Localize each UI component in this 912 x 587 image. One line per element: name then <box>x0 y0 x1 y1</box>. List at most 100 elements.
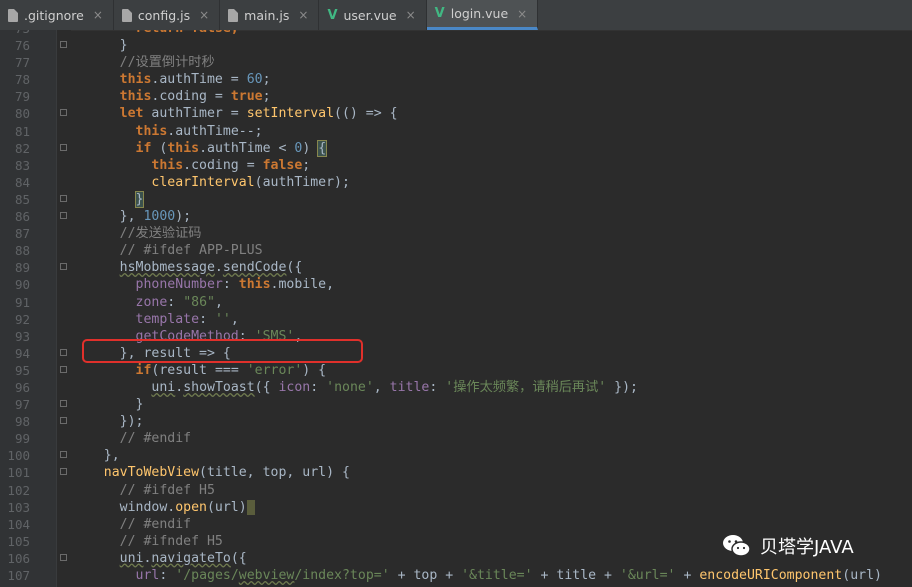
fold-marker-icon[interactable] <box>60 400 67 408</box>
fold-marker-icon[interactable] <box>60 468 67 476</box>
code-token: .coding = <box>151 89 231 105</box>
code-line[interactable]: 97 } <box>0 396 912 413</box>
code-line[interactable]: 104 // #endif <box>0 516 912 533</box>
fold-marker-icon[interactable] <box>60 194 67 202</box>
code-token: clearInterval <box>151 174 255 190</box>
code-line[interactable]: 76 } <box>0 37 912 54</box>
code-text: } <box>72 190 145 208</box>
fold-marker-icon[interactable] <box>60 553 67 561</box>
code-token: hsMobmessage <box>119 260 215 276</box>
fold-marker-icon[interactable] <box>60 41 67 49</box>
code-line[interactable]: 107 url: '/pages/webview/index?top=' + t… <box>0 567 912 584</box>
code-line[interactable]: 103 window.open(url) <box>0 499 912 516</box>
line-number: 86 <box>14 209 30 225</box>
tab-config-js[interactable]: config.js × <box>114 0 221 30</box>
code-line[interactable]: 77 //设置倒计时秒 <box>0 54 912 71</box>
line-number: 103 <box>7 499 30 515</box>
code-line[interactable]: 84 clearInterval(authTimer); <box>0 174 912 191</box>
code-line[interactable]: 78 this.authTime = 60; <box>0 71 912 88</box>
line-number: 107 <box>7 568 30 583</box>
code-line[interactable]: 98 }); <box>0 413 912 430</box>
code-line[interactable]: 87 //发送验证码 <box>0 225 912 242</box>
code-line[interactable]: 90 phoneNumber: this.mobile, <box>0 276 912 293</box>
code-token: : <box>310 379 327 395</box>
code-line[interactable]: 100 }, <box>0 447 912 464</box>
code-text: url: '/pages/webview/index?top=' + top +… <box>72 567 882 584</box>
tab-main-js[interactable]: main.js × <box>220 0 320 30</box>
code-line[interactable]: 85 } <box>0 190 912 208</box>
code-token: window. <box>72 499 176 515</box>
code-text: // #ifdef APP-PLUS <box>72 242 263 259</box>
code-token: this <box>167 140 200 156</box>
code-line[interactable]: 96 uni.showToast({ icon: 'none', title: … <box>0 379 912 396</box>
code-line[interactable]: 75 return false; <box>0 30 912 37</box>
code-token: .authTime = <box>151 72 247 88</box>
code-line[interactable]: 99 // #endif <box>0 430 912 447</box>
code-token: // #endif <box>119 431 192 447</box>
fold-marker-icon[interactable] <box>60 143 67 151</box>
code-token: : <box>222 277 239 293</box>
fold-marker-icon[interactable] <box>60 365 67 373</box>
fold-marker-icon[interactable] <box>60 263 67 271</box>
code-editor[interactable]: 75 return false;76 }77 //设置倒计时秒78 this.a… <box>0 30 912 587</box>
code-token: this <box>119 72 152 88</box>
code-token: } <box>72 38 128 54</box>
code-token: ; <box>262 72 271 88</box>
code-token: }, <box>72 448 120 464</box>
code-line[interactable]: 95 if(result === 'error') { <box>0 362 912 379</box>
tab-login-vue[interactable]: Vlogin.vue × <box>426 0 539 30</box>
code-line[interactable]: 82 if (this.authTime < 0) { <box>0 139 912 157</box>
code-token: + title + <box>532 568 620 583</box>
code-line[interactable]: 80 let authTimer = setInterval(() => { <box>0 105 912 122</box>
code-token: sendCode <box>222 260 287 276</box>
tab-user-vue[interactable]: Vuser.vue × <box>319 0 427 30</box>
fold-marker-icon[interactable] <box>60 212 67 220</box>
close-icon[interactable]: × <box>298 8 308 22</box>
code-token: //发送验证码 <box>119 226 202 242</box>
code-line[interactable]: 79 this.coding = true; <box>0 88 912 105</box>
editor-tab-bar: .gitignore × config.js × main.js × Vuser.vue × V… <box>0 0 912 31</box>
code-line[interactable]: 102 // #ifdef H5 <box>0 482 912 499</box>
tab-label: login.vue <box>450 6 509 21</box>
code-line[interactable]: 91 zone: "86", <box>0 294 912 311</box>
code-line[interactable]: 86 }, 1000); <box>0 208 912 225</box>
close-icon[interactable]: × <box>406 8 416 22</box>
line-number: 89 <box>14 260 30 276</box>
close-icon[interactable]: × <box>517 7 527 21</box>
code-token: (title, top, url) { <box>199 465 350 481</box>
line-number: 79 <box>14 89 30 105</box>
line-number: 88 <box>14 243 30 259</box>
code-token: . <box>175 379 184 395</box>
code-token: ) <box>302 140 319 156</box>
fold-marker-icon[interactable] <box>60 348 67 356</box>
line-number: 102 <box>7 482 30 498</box>
line-number: 93 <box>14 328 30 344</box>
code-line[interactable]: 89 hsMobmessage.sendCode({ <box>0 259 912 276</box>
code-line[interactable]: 92 template: '', <box>0 311 912 328</box>
watermark-text: 贝塔学JAVA <box>760 537 854 558</box>
fold-marker-icon[interactable] <box>60 109 67 117</box>
code-token: phoneNumber <box>135 277 223 293</box>
code-text: phoneNumber: this.mobile, <box>72 276 335 293</box>
code-area[interactable]: 75 return false;76 }77 //设置倒计时秒78 this.a… <box>0 30 912 584</box>
fold-marker-icon[interactable] <box>60 451 67 459</box>
code-line[interactable]: 88 // #ifdef APP-PLUS <box>0 242 912 259</box>
code-line[interactable]: 83 this.coding = false; <box>0 157 912 174</box>
tab-gitignore[interactable]: .gitignore × <box>0 0 114 30</box>
code-token: zone <box>135 294 168 310</box>
code-text: hsMobmessage.sendCode({ <box>72 259 303 276</box>
code-line[interactable]: 101 navToWebView(title, top, url) { <box>0 464 912 481</box>
close-icon[interactable]: × <box>199 8 209 22</box>
close-icon[interactable]: × <box>93 8 103 22</box>
fold-marker-icon[interactable] <box>60 417 67 425</box>
code-line[interactable]: 81 this.authTime--; <box>0 123 912 140</box>
code-token: uni <box>119 550 144 566</box>
